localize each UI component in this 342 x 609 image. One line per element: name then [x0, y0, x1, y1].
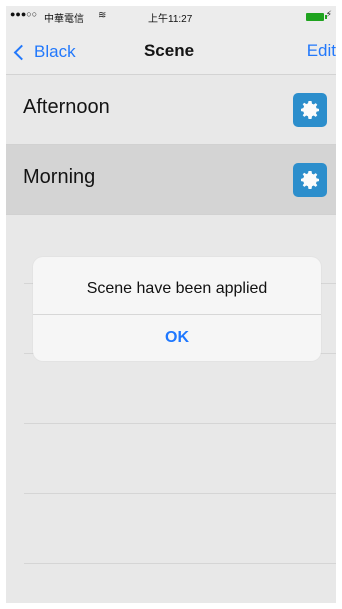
scene-screen: ●●●○○ 中華電信 ≋ 上午11:27 ⚡ Black Scene Edit … — [6, 6, 336, 603]
wifi-icon: ≋ — [98, 10, 107, 21]
signal-strength-icon: ●●●○○ — [10, 9, 38, 19]
phone-screen: ●●●○○ 中華電信 ≋ 上午11:27 ⚡ Black Scene Edit … — [6, 6, 336, 603]
alert-message: Scene have been applied — [86, 280, 268, 297]
status-bar: ●●●○○ 中華電信 ≋ 上午11:27 ⚡ — [6, 6, 336, 28]
ok-button[interactable]: OK — [33, 315, 321, 361]
battery-icon — [306, 13, 327, 21]
scene-applied-alert: Scene have been applied OK — [33, 257, 321, 361]
carrier-name: 中華電信 — [44, 14, 84, 25]
charging-icon: ⚡ — [325, 9, 332, 19]
status-time: 上午11:27 — [148, 14, 193, 25]
